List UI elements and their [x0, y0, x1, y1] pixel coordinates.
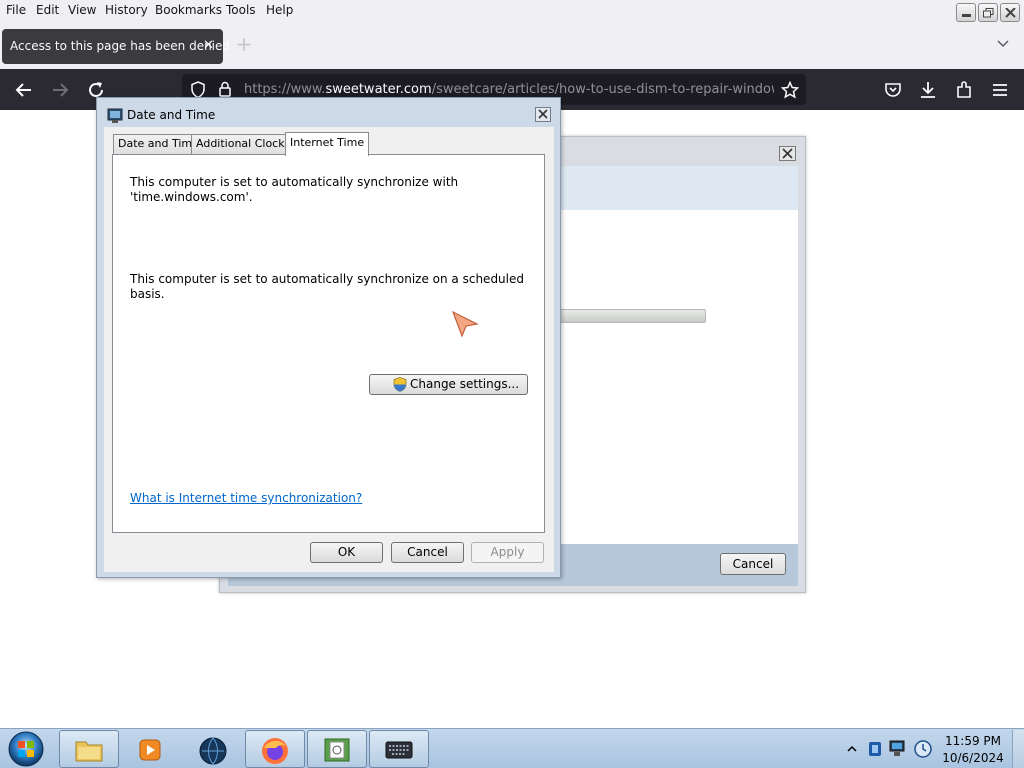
clock-monitor-icon	[107, 108, 123, 123]
tab-internet-time[interactable]: Internet Time	[285, 132, 370, 156]
background-dialog-close-button[interactable]	[779, 146, 796, 161]
tab-access-denied[interactable]: Access to this page has been denied ✕	[2, 29, 230, 64]
forward-arrow-icon[interactable]	[49, 79, 71, 101]
menu-bookmarks[interactable]: Bookmarks	[155, 3, 222, 17]
start-button[interactable]	[4, 730, 48, 768]
mouse-cursor-icon	[452, 311, 479, 338]
dialog-title: Date and Time	[127, 108, 216, 122]
clock-time[interactable]: 11:59 PM	[938, 734, 1008, 748]
ok-button[interactable]: OK	[310, 542, 383, 563]
apply-button[interactable]: Apply	[471, 542, 544, 563]
tab-title: Access to this page has been denied	[10, 39, 231, 53]
restore-button[interactable]	[978, 3, 998, 22]
background-cancel-button[interactable]: Cancel	[720, 553, 786, 575]
minimize-icon	[962, 14, 971, 17]
firefox-icon	[262, 738, 288, 764]
pocket-icon[interactable]	[882, 79, 904, 101]
taskbar: 11:59 PM 10/6/2024	[0, 728, 1024, 768]
menu-edit[interactable]: Edit	[36, 3, 59, 17]
taskbar-notepad-app[interactable]	[307, 730, 367, 768]
hamburger-menu-icon[interactable]	[989, 79, 1011, 101]
tab-additional-clocks[interactable]: Additional Clocks	[191, 134, 296, 154]
chevron-down-icon[interactable]	[996, 39, 1010, 49]
url-text[interactable]: https://www.sweetwater.com/sweetcare/art…	[244, 82, 774, 97]
tray-app-icon[interactable]	[867, 740, 883, 758]
internet-time-panel: This computer is set to automatically sy…	[112, 154, 545, 533]
taskbar-keyboard-app[interactable]	[369, 730, 429, 768]
close-icon	[782, 148, 793, 159]
date-time-dialog: Date and Time Date and Time Additional C…	[96, 97, 561, 578]
system-tray	[841, 730, 939, 768]
tab-strip: Access to this page has been denied ✕ +	[0, 22, 1024, 69]
clock-date[interactable]: 10/6/2024	[938, 751, 1008, 765]
media-player-icon	[139, 739, 161, 761]
menu-bar: File Edit View History Bookmarks Tools H…	[0, 0, 1024, 22]
change-settings-button[interactable]: Change settings...	[369, 374, 528, 395]
restore-icon	[983, 8, 994, 18]
back-arrow-icon[interactable]	[13, 79, 35, 101]
sync-schedule-text: This computer is set to automatically sy…	[130, 272, 524, 301]
dialog-close-button[interactable]	[535, 107, 551, 122]
keyboard-icon	[385, 741, 413, 759]
menu-help[interactable]: Help	[266, 3, 293, 17]
menu-history[interactable]: History	[105, 3, 148, 17]
progress-bar	[558, 309, 706, 323]
dialog-body: Date and Time Additional Clocks Internet…	[104, 127, 554, 572]
menu-tools[interactable]: Tools	[226, 3, 256, 17]
bookmark-star-icon[interactable]	[781, 81, 799, 99]
close-icon	[538, 109, 548, 119]
uac-shield-icon	[393, 377, 407, 392]
internet-time-help-link[interactable]: What is Internet time synchronization?	[130, 491, 362, 505]
sync-server-text-line1: This computer is set to automatically sy…	[130, 175, 459, 189]
clock-sync-icon[interactable]	[913, 738, 933, 760]
download-icon[interactable]	[917, 79, 939, 101]
close-window-button[interactable]	[1000, 3, 1020, 22]
minimize-button[interactable]	[956, 3, 976, 22]
globe-icon	[199, 737, 227, 765]
folder-icon	[75, 741, 103, 762]
document-app-icon	[324, 738, 350, 762]
menu-view[interactable]: View	[68, 3, 96, 17]
menu-file[interactable]: File	[6, 3, 26, 17]
change-settings-label: Change settings...	[410, 377, 520, 391]
new-tab-button[interactable]: +	[234, 34, 254, 55]
tab-close-icon[interactable]: ✕	[203, 38, 214, 53]
chevron-up-icon[interactable]	[847, 744, 857, 754]
extensions-icon[interactable]	[953, 79, 975, 101]
taskbar-media-player[interactable]	[121, 730, 181, 768]
taskbar-file-explorer[interactable]	[59, 730, 119, 768]
sync-server-text-line2: 'time.windows.com'.	[130, 190, 253, 204]
lock-icon[interactable]	[218, 81, 232, 98]
cancel-button[interactable]: Cancel	[391, 542, 464, 563]
show-desktop-button[interactable]	[1012, 730, 1024, 768]
close-icon	[1005, 8, 1016, 18]
taskbar-globe-app[interactable]	[183, 730, 243, 768]
taskbar-firefox[interactable]	[245, 730, 305, 768]
network-icon[interactable]	[887, 738, 907, 760]
